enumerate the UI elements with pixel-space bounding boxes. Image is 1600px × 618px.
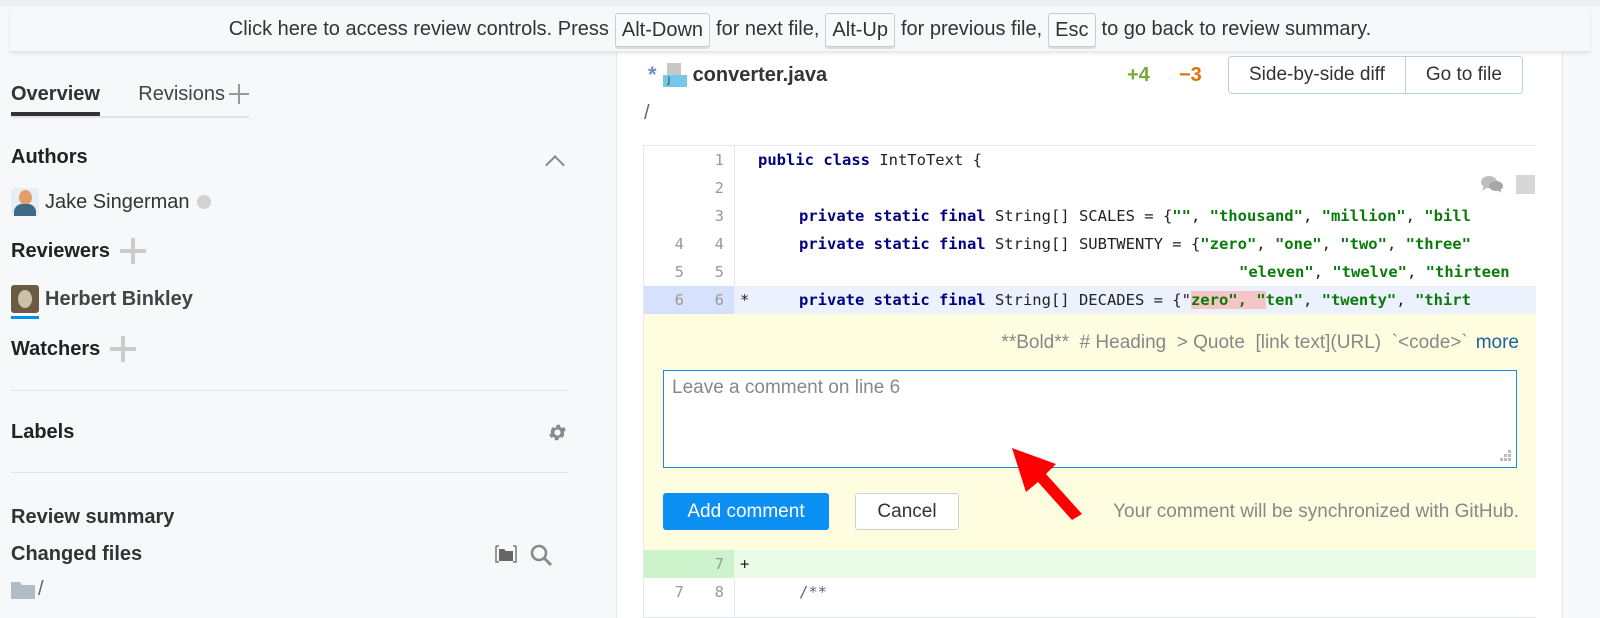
add-comment-button[interactable]: Add comment [663, 493, 829, 530]
old-line-number: 4 [674, 235, 684, 253]
reviewer-name: Herbert Binkley [45, 287, 193, 310]
reviewers-heading: Reviewers [11, 238, 146, 264]
file-actions: Side-by-side diff Go to file [1228, 56, 1523, 94]
key-esc: Esc [1048, 12, 1096, 47]
root-folder-item[interactable]: / [11, 578, 44, 601]
labels-title: Labels [11, 421, 75, 443]
line-actions [1480, 174, 1535, 194]
new-line-number: 8 [714, 583, 724, 601]
sync-note: Your comment will be synchronized with G… [1113, 501, 1519, 522]
avatar [11, 188, 39, 216]
authors-heading: Authors [11, 146, 88, 169]
reviewers-title: Reviewers [11, 239, 110, 262]
deleted-text-highlight: zero", " [1190, 291, 1266, 309]
file-path: / [644, 102, 650, 124]
new-line-number: 5 [714, 263, 724, 281]
search-icon[interactable] [529, 543, 553, 567]
root-folder-path: / [38, 578, 44, 600]
banner-text: Click here to access review controls. Pr… [228, 18, 609, 40]
new-line-number: 3 [714, 207, 724, 225]
diff-row[interactable]: 5 5 "eleven", "twelve", "thirteen [644, 258, 1536, 286]
reviewer-item[interactable]: Herbert Binkley [11, 285, 193, 319]
diff-row-selected[interactable]: 6 6 * private static final String[] DECA… [644, 286, 1536, 314]
cancel-button[interactable]: Cancel [855, 493, 959, 530]
add-watcher-plus-icon[interactable] [110, 336, 137, 362]
diff-row[interactable]: 7 8 /** [644, 578, 1536, 606]
folder-view-icon[interactable] [494, 544, 518, 564]
review-summary-link[interactable]: Review summary [11, 506, 174, 529]
change-marker: + [740, 555, 750, 573]
more-formatting-link[interactable]: more [1476, 332, 1519, 353]
change-marker: * [740, 291, 750, 309]
scroll-gutter [1562, 52, 1600, 618]
file-header: * J converter.java [648, 62, 827, 88]
code-line: private static final String[] SUBTWENTY … [799, 235, 1471, 253]
banner-text: for next file, [716, 18, 820, 40]
new-line-number: 1 [714, 151, 724, 169]
key-alt-down: Alt-Down [614, 12, 711, 47]
reviewer-state-underline [11, 316, 39, 319]
offline-status-icon [196, 195, 211, 209]
java-file-icon: J [662, 63, 687, 87]
markdown-hints: **Bold** # Heading > Quote [link text](U… [1001, 332, 1519, 353]
watchers-title: Watchers [11, 337, 101, 360]
window-top-edge [0, 0, 1600, 6]
sidebar-tabs: Overview Revisions [11, 80, 249, 118]
watchers-heading: Watchers [11, 336, 137, 362]
file-name: converter.java [692, 63, 828, 86]
add-revision-plus-icon[interactable] [229, 84, 249, 104]
go-to-file-button[interactable]: Go to file [1404, 57, 1522, 93]
diff-row[interactable]: 1 public class IntToText { [644, 146, 1536, 174]
gear-icon[interactable] [547, 422, 568, 443]
annotation-arrow-icon [1012, 448, 1082, 520]
mark-reviewed-checkbox[interactable] [1516, 174, 1535, 194]
review-summary-title: Review summary [11, 506, 175, 528]
deletions-count: −3 [1179, 64, 1202, 86]
avatar [11, 285, 39, 313]
banner-text: to go back to review summary. [1101, 18, 1372, 40]
tab-overview[interactable]: Overview [11, 80, 101, 116]
authors-title: Authors [11, 146, 88, 168]
diff-view: 1 public class IntToText { 2 3 private s… [643, 145, 1536, 618]
diff-row[interactable]: 2 [644, 174, 1536, 202]
changed-files-heading: Changed files [11, 543, 142, 566]
resize-handle-icon[interactable] [1498, 449, 1512, 463]
old-line-number: 5 [674, 263, 684, 281]
new-line-number: 2 [714, 179, 724, 197]
old-line-number: 7 [674, 583, 684, 601]
tab-revisions-label: Revisions [138, 83, 225, 105]
author-item[interactable]: Jake Singerman [11, 188, 211, 216]
side-by-side-diff-button[interactable]: Side-by-side diff [1229, 57, 1405, 93]
code-line: public class IntToText { [758, 151, 982, 169]
diff-row-added[interactable]: 7 + [644, 550, 1536, 578]
collapse-chevron-up-icon[interactable] [545, 155, 565, 175]
key-alt-up: Alt-Up [825, 12, 895, 47]
code-line: private static final String[] DECADES = … [799, 291, 1471, 309]
tab-revisions[interactable]: Revisions [138, 80, 249, 116]
old-line-number: 6 [674, 291, 684, 309]
banner-text: for previous file, [901, 18, 1043, 40]
code-line: private static final String[] SCALES = {… [799, 207, 1471, 225]
divider [11, 390, 568, 391]
additions-count: +4 [1127, 64, 1150, 86]
author-name: Jake Singerman [45, 190, 190, 213]
diff-row[interactable]: 3 private static final String[] SCALES =… [644, 202, 1536, 230]
folder-icon [11, 581, 35, 599]
modified-marker: * [648, 62, 657, 87]
diff-row[interactable]: 4 4 private static final String[] SUBTWE… [644, 230, 1536, 258]
review-sidebar: Overview Revisions Authors Jake Singerma… [0, 52, 620, 618]
review-controls-banner[interactable]: Click here to access review controls. Pr… [10, 8, 1590, 52]
code-line: /** [799, 583, 827, 601]
labels-heading: Labels [11, 421, 74, 444]
diff-panel: * J converter.java / +4 −3 Side-by-side … [616, 52, 1561, 618]
changed-files-title: Changed files [11, 543, 143, 565]
new-line-number: 4 [714, 235, 724, 253]
new-line-number: 7 [714, 555, 724, 573]
code-line: "eleven", "twelve", "thirteen [1239, 263, 1510, 281]
divider [11, 472, 568, 473]
new-line-number: 6 [714, 291, 724, 309]
add-reviewer-plus-icon[interactable] [119, 238, 146, 264]
comments-icon[interactable] [1480, 174, 1504, 194]
